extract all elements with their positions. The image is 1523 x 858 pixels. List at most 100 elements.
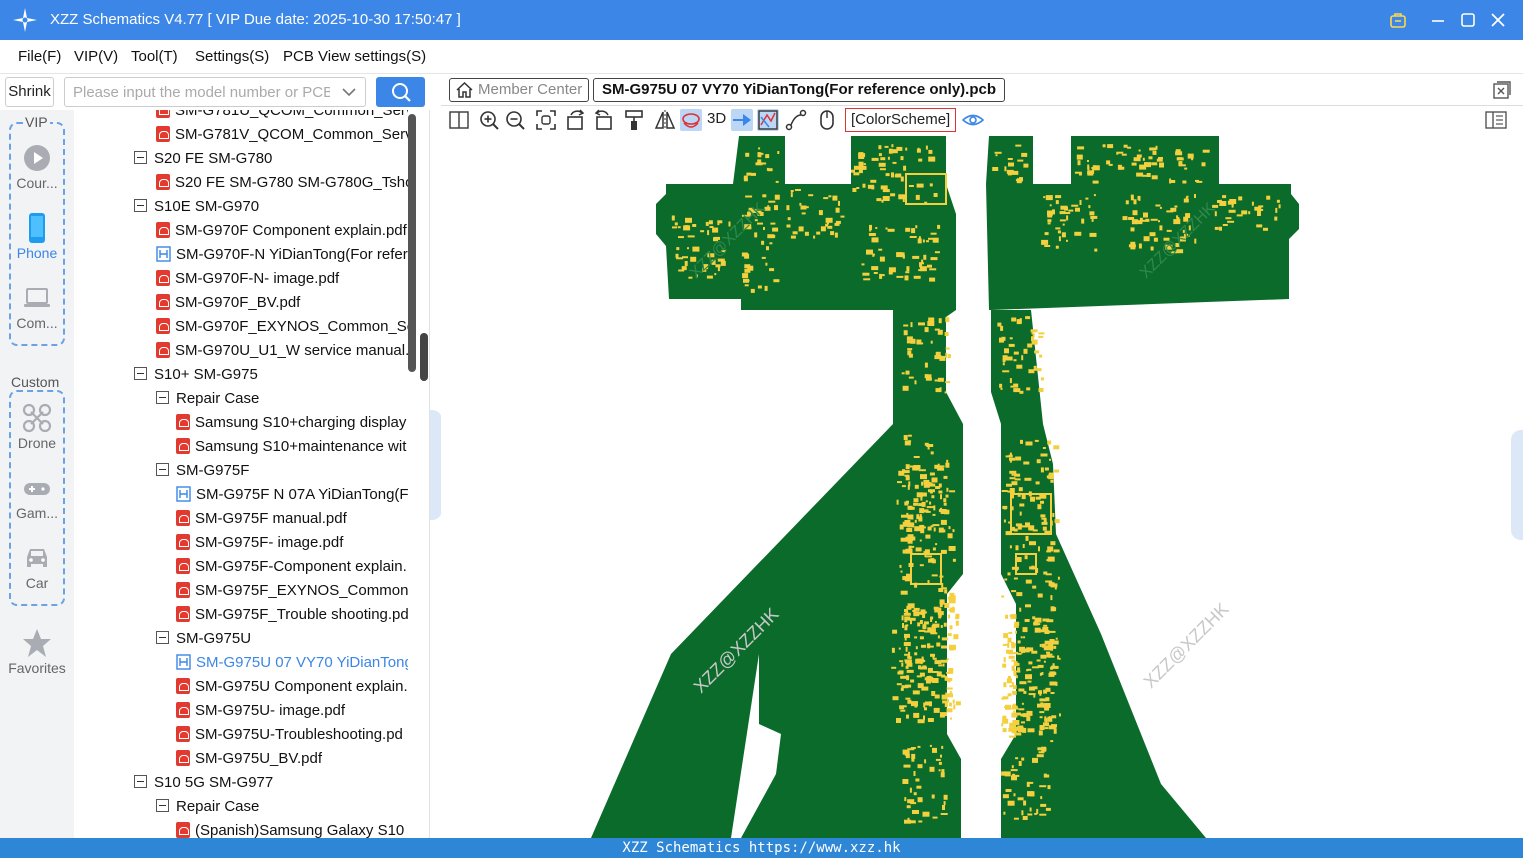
collapse-icon[interactable] <box>134 151 147 164</box>
tree-file[interactable]: Samsung S10+charging display <box>176 412 408 436</box>
nav-computer[interactable]: Com... <box>0 283 74 343</box>
collapse-icon[interactable] <box>134 367 147 380</box>
component-pad <box>934 607 942 613</box>
view-3d-button[interactable]: 3D <box>707 110 726 127</box>
collapse-icon[interactable] <box>134 199 147 212</box>
collapse-icon[interactable] <box>134 775 147 788</box>
nav-favorites[interactable]: Favorites <box>0 628 74 688</box>
tree-file[interactable]: SM-G975F N 07A YiDianTong(Fo <box>176 484 408 508</box>
tree-folder[interactable]: S10E SM-G970 <box>134 196 408 220</box>
tree-file[interactable]: SM-G970F-N YiDianTong(For refer <box>156 244 408 268</box>
tree-folder[interactable]: SM-G975U <box>156 628 408 652</box>
tree-folder[interactable]: SM-G975F <box>156 460 408 484</box>
menu-vip[interactable]: VIP(V) <box>74 48 118 65</box>
split-view-icon[interactable] <box>448 109 470 131</box>
side-panel-toggle-icon[interactable] <box>1485 109 1507 131</box>
tree-folder[interactable]: S10+ SM-G975 <box>134 364 408 388</box>
tree-file[interactable]: SM-G970F_BV.pdf <box>156 292 408 316</box>
tree-file[interactable]: SM-G975U_BV.pdf <box>176 748 408 772</box>
model-search-input[interactable] <box>65 78 330 106</box>
nav-game[interactable]: Gam... <box>0 473 74 533</box>
pcb-canvas[interactable]: XZZ@XZZHK XZZ@XZZHK XZZ@XZZHK XZZ@XZZHK <box>441 134 1523 838</box>
tree-file[interactable]: SM-G970F Component explain.pdf <box>156 220 408 244</box>
shrink-button[interactable]: Shrink <box>5 77 54 107</box>
eye-icon[interactable] <box>962 109 984 131</box>
component-pad <box>946 487 949 492</box>
component-pad <box>757 159 762 165</box>
tree-item-label: SM-G970F-N YiDianTong(For refer <box>176 246 408 263</box>
component-pad <box>949 625 953 630</box>
tree-file[interactable]: S20 FE SM-G780 SM-G780G_Tshoo <box>156 172 408 196</box>
collapse-icon[interactable] <box>156 391 169 404</box>
component-pad <box>1015 545 1019 551</box>
component-pad <box>774 205 778 211</box>
layer-view-icon[interactable] <box>757 109 779 131</box>
collapse-icon[interactable] <box>156 799 169 812</box>
component-pad <box>744 279 750 282</box>
menu-pcb-view-settings[interactable]: PCB View settings(S) <box>283 48 426 65</box>
mouse-mode-icon[interactable] <box>816 109 838 131</box>
tree-file[interactable]: SM-G781V_QCOM_Common_Servic <box>156 124 408 148</box>
rotate-right-icon[interactable] <box>592 109 614 131</box>
color-scheme-button[interactable]: [ColorScheme] <box>845 108 957 132</box>
tab-active-pcb[interactable]: SM-G975U 07 VY70 YiDianTong(For referenc… <box>593 78 1005 102</box>
collapse-icon[interactable] <box>156 631 169 644</box>
tree-file[interactable]: SM-G975F-Component explain. <box>176 556 408 580</box>
tree-file[interactable]: SM-G970F_EXYNOS_Common_Serv <box>156 316 408 340</box>
category-nav: VIP Cour... Phone Com... Custom Drone Ga… <box>0 110 74 838</box>
pcb-board-view[interactable]: XZZ@XZZHK XZZ@XZZHK XZZ@XZZHK XZZ@XZZHK <box>441 134 1523 838</box>
tree-file[interactable]: SM-G781U_QCOM_Common_Service <box>156 110 408 124</box>
tree-item-label: SM-G781U_QCOM_Common_Service <box>175 110 408 119</box>
mirror-icon[interactable] <box>654 109 676 131</box>
tree-scrollbar-track[interactable] <box>408 114 416 372</box>
tree-folder[interactable]: S10 5G SM-G977 <box>134 772 408 796</box>
tree-file[interactable]: SM-G975F- image.pdf <box>176 532 408 556</box>
nav-courses[interactable]: Cour... <box>0 143 74 203</box>
menu-file[interactable]: File(F) <box>18 48 61 65</box>
tree-file[interactable]: SM-G970U_U1_W service manual.p <box>156 340 408 364</box>
component-pad <box>932 237 939 243</box>
nav-phone[interactable]: Phone <box>0 213 74 273</box>
fit-view-icon[interactable] <box>535 109 557 131</box>
tree-file[interactable]: SM-G975U- image.pdf <box>176 700 408 724</box>
component-pad <box>938 318 942 324</box>
brush-icon[interactable] <box>623 109 645 131</box>
tree-file[interactable]: SM-G975F_Trouble shooting.pd <box>176 604 408 628</box>
tree-file[interactable]: SM-G975U Component explain. <box>176 676 408 700</box>
tree-scrollbar-thumb[interactable] <box>420 333 428 381</box>
nav-car[interactable]: Car <box>0 543 74 603</box>
trace-route-icon[interactable] <box>785 109 807 131</box>
collapse-icon[interactable] <box>156 463 169 476</box>
tree-folder[interactable]: Repair Case <box>156 388 408 412</box>
zoom-out-icon[interactable] <box>504 109 526 131</box>
tree-file[interactable]: Samsung S10+maintenance wit <box>176 436 408 460</box>
maximize-button[interactable] <box>1456 8 1480 32</box>
minimize-button[interactable] <box>1426 8 1450 32</box>
tree-file[interactable]: SM-G975F_EXYNOS_Common_S <box>176 580 408 604</box>
nav-drone[interactable]: Drone <box>0 403 74 463</box>
menu-tool[interactable]: Tool(T) <box>131 48 178 65</box>
tree-file[interactable]: SM-G975U-Troubleshooting.pd <box>176 724 408 748</box>
flip-board-icon[interactable] <box>680 109 702 131</box>
component-pad <box>1175 149 1181 155</box>
component-pad <box>1227 220 1235 223</box>
tree-file[interactable]: SM-G975U 07 VY70 YiDianTong <box>176 652 408 676</box>
tree-file[interactable]: SM-G975F manual.pdf <box>176 508 408 532</box>
tree-folder[interactable]: S20 FE SM-G780 <box>134 148 408 172</box>
close-button[interactable] <box>1486 8 1510 32</box>
zoom-in-icon[interactable] <box>478 109 500 131</box>
right-panel-handle[interactable] <box>1511 430 1523 540</box>
tree-file[interactable]: (Spanish)Samsung Galaxy S10 5 <box>176 820 408 838</box>
menu-settings[interactable]: Settings(S) <box>195 48 269 65</box>
rotate-left-icon[interactable] <box>565 109 587 131</box>
net-highlight-icon[interactable] <box>731 109 753 131</box>
tab-member-center[interactable]: Member Center <box>449 78 589 102</box>
tree-folder[interactable]: Repair Case <box>156 796 408 820</box>
component-pad <box>924 759 927 764</box>
close-all-tabs-icon[interactable] <box>1493 81 1511 99</box>
vip-bag-icon[interactable] <box>1386 8 1410 32</box>
component-pad <box>1059 713 1061 717</box>
search-button[interactable] <box>376 77 425 107</box>
tree-file[interactable]: SM-G970F-N- image.pdf <box>156 268 408 292</box>
chevron-down-icon[interactable] <box>341 84 357 100</box>
